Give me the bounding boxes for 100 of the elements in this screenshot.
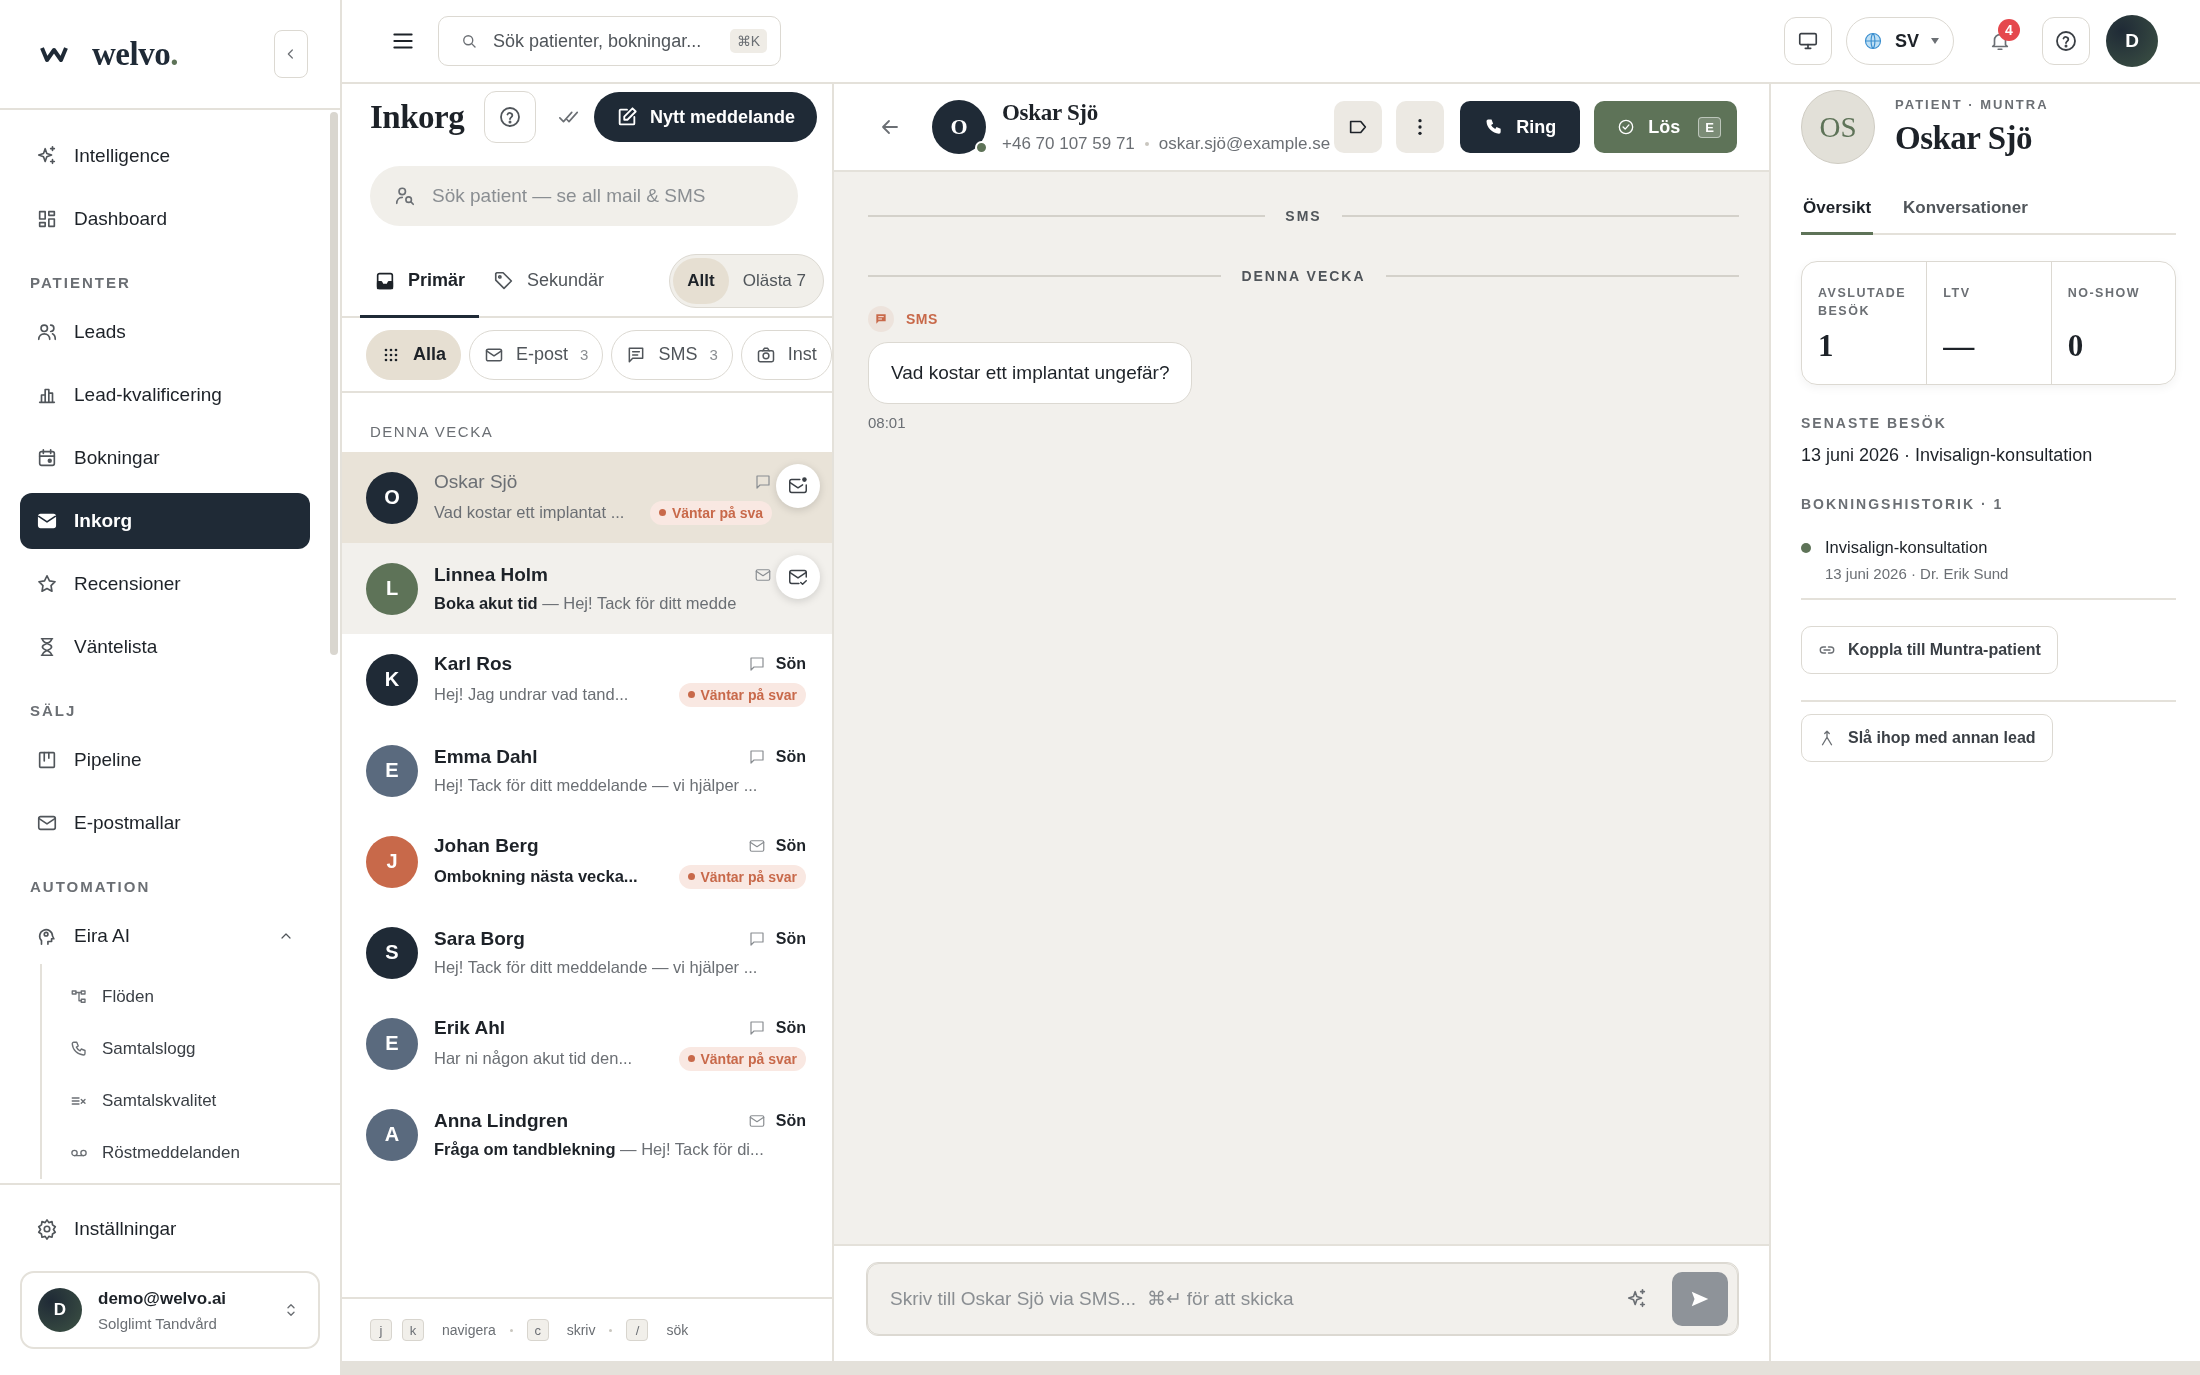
status-badge: Väntar på svar: [678, 864, 806, 889]
settings-nav-item[interactable]: Inställningar: [20, 1201, 320, 1257]
message-preview: Boka akut tid — Hej! Tack för ditt medde: [434, 594, 737, 613]
stat-label: AVSLUTADE BESÖK: [1818, 285, 1908, 320]
section-label: BOKNINGSHISTORIK · 1: [1801, 496, 2005, 512]
sparkle-icon: [1626, 1288, 1648, 1310]
conversation-row[interactable]: O Oskar Sjö Vad kostar ett implantat ... Väntar på sva: [342, 452, 832, 543]
section-title: PATIENTER: [29, 273, 132, 293]
nav-item[interactable]: Bokningar: [20, 430, 310, 486]
conversation-row[interactable]: A Anna Lindgren Sön Fråga om tandblekning — Hej! Tack för di...: [342, 1089, 832, 1180]
logo-text: welvo.: [92, 35, 178, 73]
filter-toggle[interactable]: Allt: [673, 258, 729, 304]
label-button[interactable]: [1334, 101, 1383, 153]
message-preview: Hej! Tack för ditt meddelande — vi hjälper ...: [434, 776, 758, 795]
section-label: SENASTE BESÖK: [1801, 415, 1948, 431]
message-preview: Fråga om tandblekning — Hej! Tack för di...: [434, 1140, 764, 1159]
channel-filter[interactable]: Alla: [366, 329, 461, 380]
kanban-icon: [36, 749, 58, 771]
search-icon: [460, 32, 478, 50]
flow-icon: [70, 988, 88, 1006]
nav-subitem[interactable]: Samtalskvalitet: [42, 1075, 310, 1127]
message-preview: Hej! Tack för ditt meddelande — vi hjälper ...: [434, 958, 758, 977]
contact-name: Linnea Holm: [434, 564, 548, 586]
help-icon: [2054, 29, 2078, 53]
contact-name: Emma Dahl: [434, 746, 538, 768]
action-button[interactable]: Slå ihop med annan lead: [1801, 714, 2053, 762]
status-badge: Väntar på svar: [678, 1046, 806, 1071]
channel-divider: SMS: [868, 208, 1739, 224]
contact-name: Oskar Sjö: [1002, 100, 1099, 126]
contact-name: Karl Ros: [434, 652, 513, 675]
scrollbar[interactable]: [330, 112, 338, 655]
conversation-row[interactable]: S Sara Borg Sön Hej! Tack för ditt meddelande — vi hjälper ...: [342, 907, 832, 998]
tab[interactable]: Sekundär: [479, 246, 619, 318]
chat-icon: [747, 1018, 766, 1037]
notifications-button[interactable]: 4: [1980, 17, 2020, 65]
caret-icon: [1931, 38, 1939, 44]
contact-email: oskar.sjö@example.se: [1158, 134, 1331, 154]
status-badge: Väntar på svar: [678, 682, 806, 707]
stat-value: 1: [1818, 328, 1835, 364]
help-button[interactable]: [2042, 17, 2090, 65]
conversation-row[interactable]: E Emma Dahl Sön Hej! Tack för ditt meddelande — vi hjälper ...: [342, 725, 832, 816]
logo-icon: [40, 45, 68, 63]
contact-name: Sara Borg: [434, 928, 525, 950]
channel-filter[interactable]: SMS 3: [611, 329, 733, 380]
tab[interactable]: Konversationer: [1901, 198, 2030, 235]
call-button[interactable]: Ring: [1460, 101, 1581, 153]
nav-item[interactable]: Dashboard: [20, 191, 310, 247]
avatar: J: [366, 835, 418, 888]
notification-badge: 4: [1998, 19, 2020, 41]
nav-subitem[interactable]: Flöden: [42, 971, 310, 1023]
conversation-row[interactable]: K Karl Ros Sön Hej! Jag undrar vad tand... Väntar på svar: [342, 634, 832, 725]
user-avatar[interactable]: D: [2106, 15, 2158, 67]
scrollbar[interactable]: [342, 1361, 2200, 1375]
action-button[interactable]: Koppla till Muntra-patient: [1801, 626, 2058, 674]
patient-search-field[interactable]: Sök patient — se all mail & SMS: [370, 166, 798, 226]
nav-item[interactable]: E-postmallar: [20, 795, 310, 851]
nav-item[interactable]: Väntelista: [20, 619, 310, 675]
message-input[interactable]: Skriv till Oskar Sjö via SMS... ⌘↵ för att skicka: [867, 1263, 1738, 1335]
nav-item[interactable]: Recensioner: [20, 556, 310, 612]
nav-subitem[interactable]: Samtalslogg: [42, 1023, 310, 1075]
last-visit: 13 juni 2026 · Invisalign-konsultation: [1801, 445, 2094, 466]
patient-source: PATIENT · MUNTRA: [1895, 97, 2049, 112]
mail-icon: [747, 1112, 766, 1130]
message-time: Sön: [775, 930, 806, 948]
display-button[interactable]: [1784, 17, 1832, 65]
nav-subitem[interactable]: Röstmeddelanden: [42, 1127, 310, 1179]
patient-name: Oskar Sjö: [1895, 120, 2033, 157]
message-time: Sön: [775, 836, 806, 855]
globe-icon: [1863, 31, 1883, 51]
stat-label: NO-SHOW: [2067, 285, 2141, 302]
message-time: Sön: [775, 1112, 806, 1130]
nav-item[interactable]: Lead-kvalificering: [20, 367, 310, 423]
conversation-row[interactable]: J Johan Berg Sön Ombokning nästa vecka... Väntar på svar: [342, 816, 832, 907]
tab[interactable]: Översikt: [1801, 198, 1874, 235]
shortcut-label: navigera: [442, 1322, 496, 1338]
message-preview: Hej! Jag undrar vad tand...: [434, 685, 629, 704]
nav-item[interactable]: Pipeline: [20, 732, 310, 788]
sparkle-icon: [36, 145, 58, 167]
tab[interactable]: Primär: [360, 246, 480, 318]
ai-assist-button[interactable]: [1626, 1288, 1648, 1310]
resolve-button[interactable]: Lös E: [1594, 101, 1737, 153]
chat-icon: [754, 472, 772, 491]
channel-filter[interactable]: E-post 3: [469, 329, 604, 380]
new-message-button[interactable]: Nytt meddelande: [593, 92, 817, 142]
contact-name: Johan Berg: [434, 834, 539, 857]
shortcut-label: sök: [666, 1322, 689, 1338]
nav-item[interactable]: Intelligence: [20, 128, 310, 184]
mark-unread-button[interactable]: [776, 464, 820, 508]
avatar: O: [366, 471, 418, 524]
account-switcher[interactable]: D demo@welvo.ai Solglimt Tandvård: [20, 1271, 320, 1349]
conversation-row[interactable]: E Erik Ahl Sön Har ni någon akut tid den... Väntar på svar: [342, 998, 832, 1089]
account-email: demo@welvo.ai: [98, 1288, 227, 1309]
mark-read-button[interactable]: [776, 555, 820, 599]
filter-toggle[interactable]: Olästa 7: [728, 258, 820, 304]
conversation-row[interactable]: L Linnea Holm Boka akut tid — Hej! Tack för ditt medde: [342, 543, 832, 634]
nav-item[interactable]: Leads: [20, 304, 310, 360]
help-button[interactable]: [484, 91, 537, 143]
status-badge: Väntar på sva: [649, 500, 772, 525]
nav-item[interactable]: Inkorg: [20, 493, 310, 549]
nav-item[interactable]: Eira AI: [20, 908, 310, 964]
